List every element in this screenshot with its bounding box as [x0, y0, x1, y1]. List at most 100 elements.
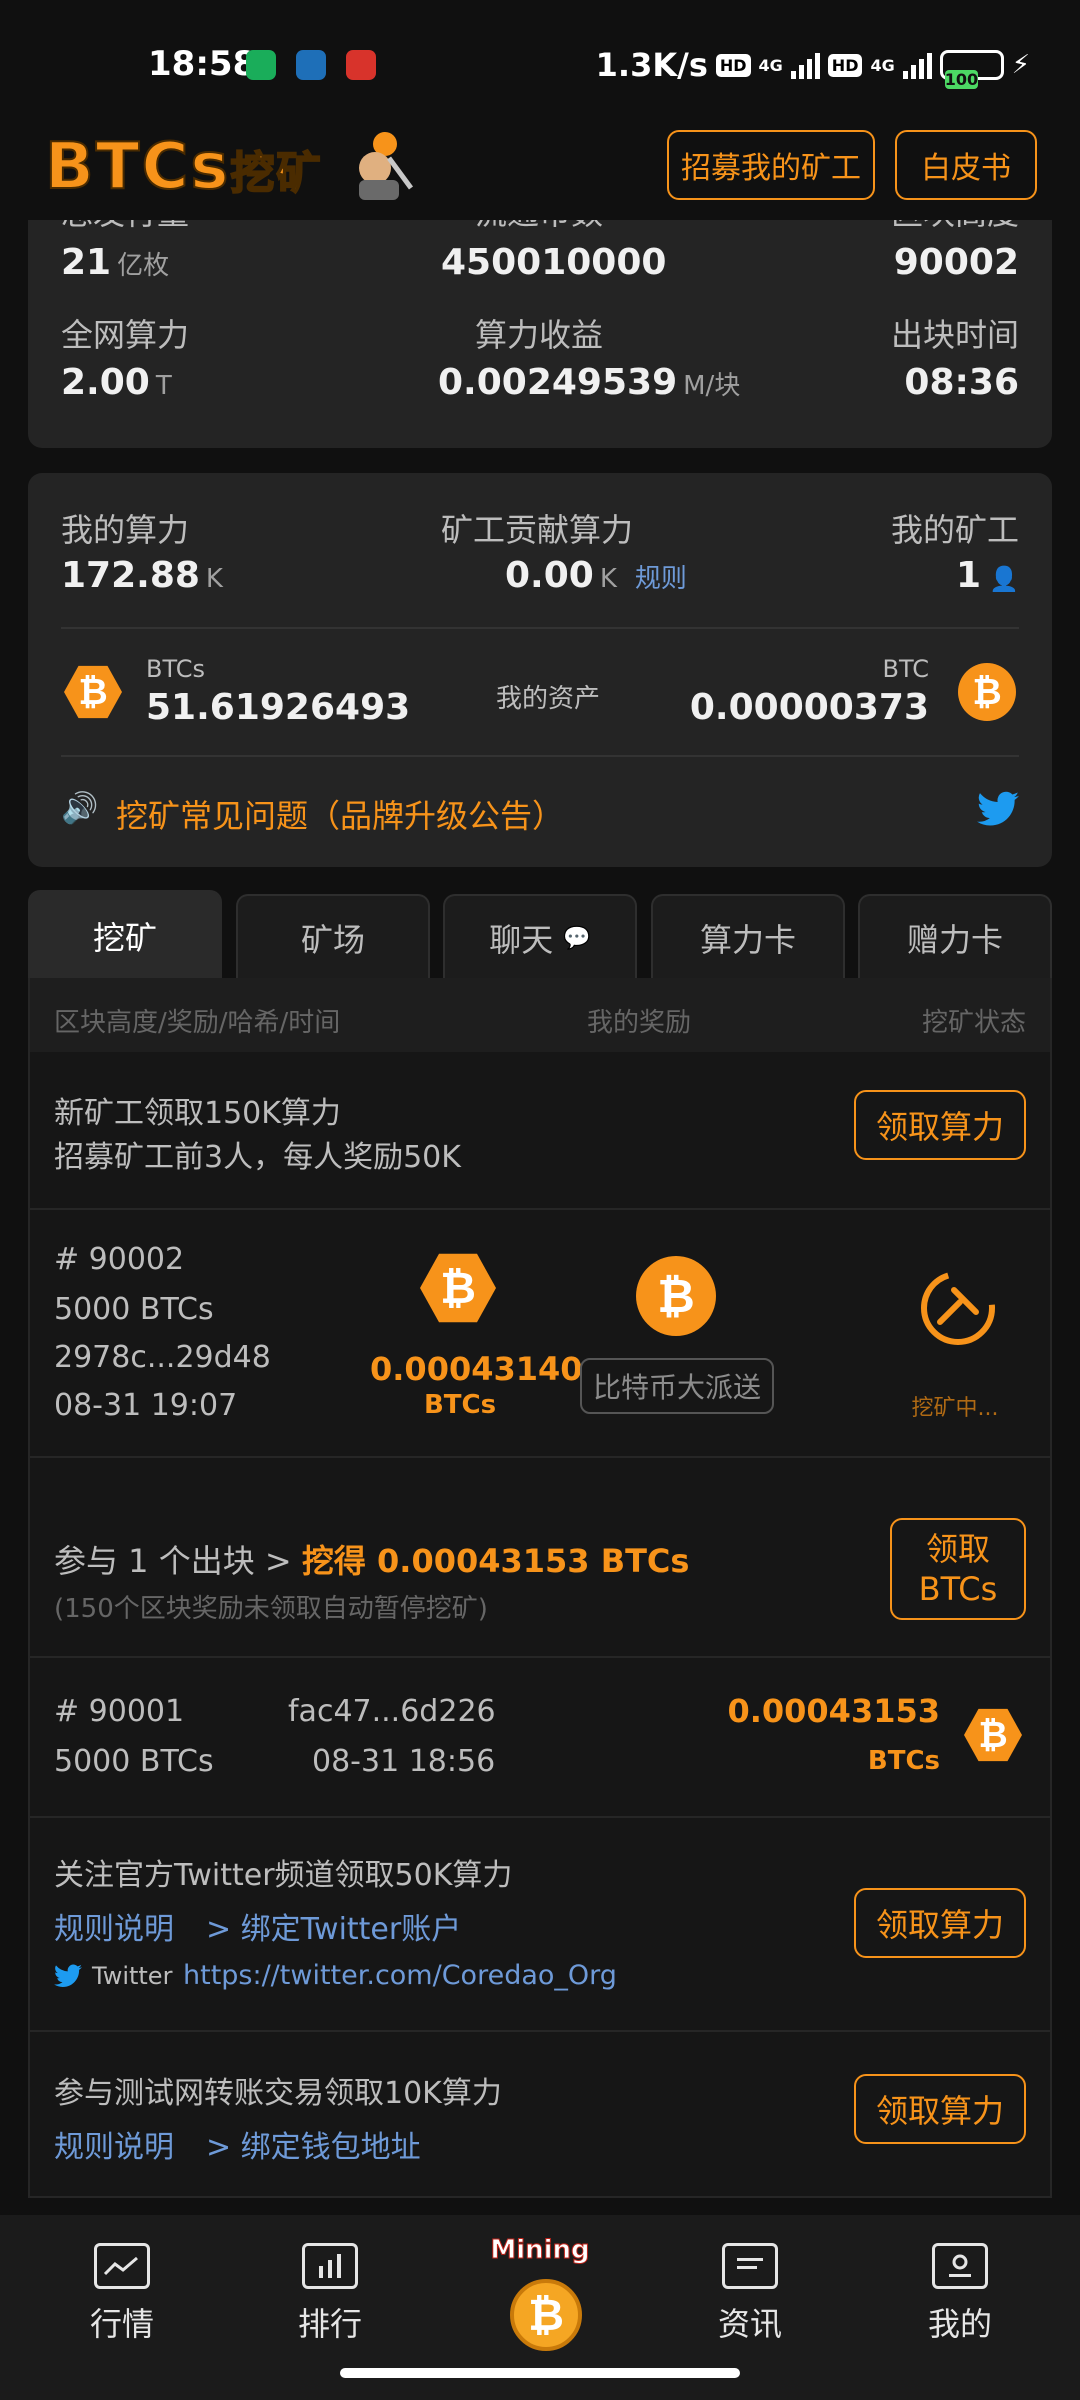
- app-logo: BTCs挖矿: [44, 129, 323, 205]
- claim-btcs-button[interactable]: 领取 BTCs: [890, 1518, 1026, 1620]
- btc-label: BTC: [882, 655, 929, 683]
- new-miner-title: 新矿工领取150K算力: [54, 1096, 341, 1131]
- mining-pickaxe-icon: [921, 1271, 995, 1345]
- block-height-value: 90002: [893, 242, 1019, 283]
- claim-hash-button[interactable]: 领取算力: [854, 2074, 1026, 2144]
- block-hash: 2978c...29d48: [54, 1340, 271, 1375]
- block-height: # 90001: [54, 1694, 185, 1729]
- tab-chat[interactable]: 聊天 💬: [443, 894, 637, 980]
- hash-income-value: 0.00249539 M/块: [438, 362, 741, 403]
- nav-mining[interactable]: Mining ₿: [478, 2235, 602, 2365]
- claim-hash-button[interactable]: 领取算力: [854, 1888, 1026, 1958]
- speaker-icon: 🔊: [61, 791, 99, 826]
- home-indicator[interactable]: [340, 2368, 740, 2378]
- whitepaper-button[interactable]: 白皮书: [895, 130, 1037, 200]
- nav-news[interactable]: 资讯: [690, 2243, 810, 2345]
- my-assets-label: 我的资产: [496, 684, 601, 714]
- btcs-balance: 51.61926493: [146, 687, 411, 728]
- total-supply-value: 21 亿枚: [61, 242, 170, 283]
- block-time: 08-31 19:07: [54, 1388, 238, 1423]
- recruit-miner-button[interactable]: 招募我的矿工: [667, 130, 875, 200]
- stats-card-viewport: 总发行量 流通币数 区块高度 21亿枚 450010000 90002 全网算力…: [0, 220, 1080, 455]
- my-reward-unit: BTCs: [423, 1390, 497, 1420]
- block-time-label: 出块时间: [890, 316, 1019, 354]
- btc-coin-icon: ₿: [636, 1256, 716, 1336]
- col-my-reward: 我的奖励: [587, 1008, 692, 1038]
- hash-income-label: 算力收益: [475, 316, 604, 354]
- contrib-hash-label: 矿工贡献算力: [441, 511, 634, 549]
- charging-icon: ⚡: [1011, 50, 1030, 80]
- rules-desc-link[interactable]: 规则说明: [54, 2122, 174, 2166]
- tab-mine-field[interactable]: 矿场: [236, 894, 430, 980]
- nav-mining-label: Mining: [490, 2235, 590, 2266]
- rules-link[interactable]: 规则: [635, 564, 687, 594]
- divider: [61, 627, 1019, 629]
- my-reward-unit: BTCs: [867, 1746, 940, 1776]
- tab-hash-card[interactable]: 算力卡: [651, 894, 845, 980]
- claim-hash-button[interactable]: 领取算力: [854, 1090, 1026, 1160]
- tab-mining[interactable]: 挖矿: [28, 890, 222, 980]
- auto-pause-note: (150个区块奖励未领取自动暂停挖矿): [54, 1594, 488, 1624]
- my-hash-value: 172.88 K: [61, 555, 223, 596]
- testnet-task-row: 参与测试网转账交易领取10K算力 规则说明 > 绑定钱包地址 领取算力: [30, 2030, 1050, 2198]
- twitter-icon[interactable]: [977, 791, 1019, 827]
- nav-news-label: 资讯: [717, 2305, 782, 2343]
- block-hash: fac47...6d226: [288, 1694, 496, 1729]
- list-header: 区块高度/奖励/哈希/时间 我的奖励 挖矿状态: [30, 978, 1050, 1052]
- my-miners-value[interactable]: 1 👤: [956, 555, 1019, 596]
- rules-desc-link[interactable]: 规则说明: [54, 1904, 174, 1948]
- btc-giveaway-button[interactable]: 比特币大派送: [580, 1358, 774, 1414]
- net-speed: 1.3K/s: [595, 46, 708, 84]
- btcs-coin-icon: ₿: [420, 1253, 496, 1323]
- bind-wallet-link[interactable]: > 绑定钱包地址: [206, 2122, 421, 2166]
- block-time-value: 08:36: [904, 362, 1019, 403]
- total-supply-label: 总发行量: [61, 220, 189, 234]
- my-miners-label: 我的矿工: [890, 511, 1019, 549]
- my-mining-card: 我的算力 矿工贡献算力 我的矿工 172.88 K 0.00 K 规则 1 👤 ₿ BT…: [28, 473, 1052, 867]
- network-type-2: 4G: [870, 55, 895, 75]
- status-time: 18:58: [148, 44, 257, 84]
- shield-app-icon: [296, 50, 326, 80]
- new-miner-desc: 招募矿工前3人，每人奖励50K: [54, 1140, 461, 1175]
- col-mining-status: 挖矿状态: [921, 1008, 1026, 1038]
- nav-market-label: 行情: [89, 2305, 154, 2343]
- block-row-90001: # 90001 5000 BTCs fac47...6d226 08-31 18…: [30, 1656, 1050, 1816]
- nav-ranking[interactable]: 排行: [270, 2243, 390, 2345]
- signal-icon: [790, 51, 820, 79]
- network-hash-label: 全网算力: [61, 316, 190, 354]
- faq-notice-link[interactable]: 挖矿常见问题（品牌升级公告）: [116, 791, 564, 837]
- nav-market[interactable]: 行情: [62, 2243, 182, 2345]
- tab-bar: 挖矿 矿场 聊天 💬 算力卡 赠力卡: [28, 890, 1052, 980]
- btc-coin-icon: ₿: [958, 663, 1016, 721]
- tab-gift-card[interactable]: 赠力卡: [858, 894, 1052, 980]
- contrib-hash-value: 0.00 K 规则: [505, 555, 687, 596]
- btcs-label: BTCs: [146, 655, 205, 683]
- col-block-info: 区块高度/奖励/哈希/时间: [54, 1008, 341, 1038]
- nav-ranking-label: 排行: [297, 2305, 362, 2343]
- btc-balance: 0.00000373: [689, 687, 929, 728]
- new-miner-row: 新矿工领取150K算力 招募矿工前3人，每人奖励50K 领取算力: [30, 1052, 1050, 1208]
- twitter-icon: [54, 1964, 82, 1987]
- nav-mine[interactable]: 我的: [900, 2243, 1020, 2345]
- signal-icon-2: [902, 51, 932, 79]
- participate-row: 参与 1 个出块 > 挖得 0.00043153 BTCs (150个区块奖励未…: [30, 1456, 1050, 1656]
- participate-summary: 参与 1 个出块 > 挖得 0.00043153 BTCs: [54, 1542, 690, 1580]
- twitter-label: Twitter: [92, 1962, 173, 1990]
- wechat-icon: [246, 50, 276, 80]
- bitcoin-pickaxe-icon: ₿: [510, 2279, 582, 2351]
- twitter-task-row: 关注官方Twitter频道领取50K算力 规则说明 > 绑定Twitter账户 …: [30, 1816, 1050, 2030]
- my-reward-value: 0.00043153: [727, 1692, 940, 1730]
- mining-status-text: 挖矿中...: [911, 1396, 999, 1421]
- chart-line-icon: [94, 2243, 150, 2289]
- btcs-coin-icon: ₿: [964, 1708, 1022, 1762]
- twitter-url-link[interactable]: https://twitter.com/Coredao_Org: [183, 1960, 617, 1991]
- divider: [61, 755, 1019, 757]
- block-reward: 5000 BTCs: [54, 1292, 214, 1327]
- my-reward-value: 0.00043140: [370, 1350, 583, 1388]
- btcs-coin-icon: ₿: [64, 665, 122, 719]
- hd-badge-2: HD: [827, 53, 863, 77]
- status-bar: 18:58 1.3K/s HD 4G HD 4G 100 ⚡: [0, 0, 1080, 130]
- hd-badge: HD: [715, 53, 751, 77]
- bind-twitter-link[interactable]: > 绑定Twitter账户: [206, 1904, 461, 1948]
- nav-mine-label: 我的: [927, 2305, 992, 2343]
